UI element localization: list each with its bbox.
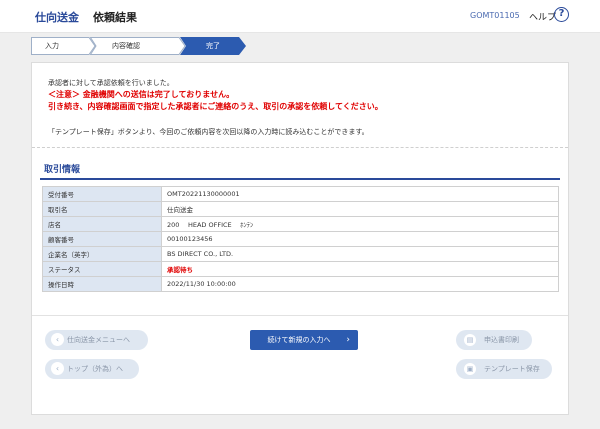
row-value: BS DIRECT CO., LTD. bbox=[161, 246, 559, 262]
print-button[interactable]: ▤ 申込書印刷 bbox=[456, 330, 532, 350]
page-title: 仕向送金 bbox=[35, 11, 79, 24]
table-row: 操作日時 2022/11/30 10:00:00 bbox=[42, 276, 559, 292]
step-complete: 完了 bbox=[180, 37, 246, 55]
row-label: 取引名 bbox=[42, 201, 162, 217]
step-label: 入力 bbox=[45, 42, 59, 50]
divider bbox=[32, 147, 568, 148]
row-value: 200 HEAD OFFICE ﾎﾝﾃﾝ bbox=[161, 216, 559, 232]
button-label: 申込書印刷 bbox=[484, 336, 519, 344]
save-icon: ▣ bbox=[464, 363, 476, 375]
row-label: 企業名（英字） bbox=[42, 246, 162, 262]
step-label: 内容確認 bbox=[112, 42, 140, 50]
row-label: 顧客番号 bbox=[42, 231, 162, 247]
chevron-left-icon: ‹ bbox=[51, 333, 64, 346]
row-label: 受付番号 bbox=[42, 186, 162, 202]
template-save-button[interactable]: ▣ テンプレート保存 bbox=[456, 359, 552, 379]
template-note: 「テンプレート保存」ボタンより、今回のご依頼内容を次回以降の入力時に読み込むこと… bbox=[48, 128, 369, 136]
table-row: 企業名（英字） BS DIRECT CO., LTD. bbox=[42, 246, 559, 262]
row-value: 2022/11/30 10:00:00 bbox=[161, 276, 559, 292]
transaction-table: 受付番号 OMT20221130000001 取引名 仕向送金 店名 200 H… bbox=[42, 186, 559, 292]
chevron-right-icon: › bbox=[346, 335, 350, 345]
printer-icon: ▤ bbox=[464, 334, 476, 346]
question-icon[interactable]: ? bbox=[554, 7, 569, 22]
table-row: 受付番号 OMT20221130000001 bbox=[42, 186, 559, 202]
row-value: 仕向送金 bbox=[161, 201, 559, 217]
status-value: 承認待ち bbox=[161, 261, 559, 277]
section-underline bbox=[40, 178, 560, 180]
button-label: テンプレート保存 bbox=[484, 365, 540, 373]
step-confirm: 内容確認 bbox=[90, 37, 186, 55]
page-subtitle: 依頼結果 bbox=[93, 11, 137, 24]
button-label: 続けて新規の入力へ bbox=[267, 336, 331, 344]
row-label: ステータス bbox=[42, 261, 162, 277]
continue-new-button[interactable]: 続けて新規の入力へ › bbox=[250, 330, 358, 350]
top-button[interactable]: ‹ トップ（外為）へ bbox=[45, 359, 139, 379]
divider bbox=[32, 315, 568, 316]
row-value: OMT20221130000001 bbox=[161, 186, 559, 202]
button-label: トップ（外為）へ bbox=[67, 365, 123, 373]
result-panel: 承認者に対して承認依頼を行いました。 ＜注意＞ 金融機関への送信は完了しておりま… bbox=[31, 62, 569, 415]
info-message: 承認者に対して承認依頼を行いました。 bbox=[48, 79, 174, 87]
progress-steps: 入力 内容確認 完了 bbox=[31, 37, 571, 55]
table-row: ステータス 承認待ち bbox=[42, 261, 559, 277]
row-label: 店名 bbox=[42, 216, 162, 232]
row-label: 操作日時 bbox=[42, 276, 162, 292]
chevron-left-icon: ‹ bbox=[51, 362, 64, 375]
section-title: 取引情報 bbox=[44, 165, 81, 175]
app-header: 仕向送金 依頼結果 GOMT01105 ヘルプ ? bbox=[0, 0, 600, 33]
button-label: 仕向送金メニューへ bbox=[67, 336, 130, 344]
warning-message: ＜注意＞ 金融機関への送信は完了しておりません。 bbox=[48, 90, 235, 99]
table-row: 顧客番号 00100123456 bbox=[42, 231, 559, 247]
table-row: 店名 200 HEAD OFFICE ﾎﾝﾃﾝ bbox=[42, 216, 559, 232]
screen-code: GOMT01105 bbox=[470, 11, 520, 20]
step-label: 完了 bbox=[206, 42, 220, 50]
row-value: 00100123456 bbox=[161, 231, 559, 247]
help-link[interactable]: ヘルプ bbox=[529, 10, 556, 23]
menu-button[interactable]: ‹ 仕向送金メニューへ bbox=[45, 330, 148, 350]
table-row: 取引名 仕向送金 bbox=[42, 201, 559, 217]
step-input: 入力 bbox=[31, 37, 96, 55]
warning-message: 引き続き、内容確認画面で指定した承認者にご連絡のうえ、取引の承認を依頼してくださ… bbox=[48, 102, 383, 111]
